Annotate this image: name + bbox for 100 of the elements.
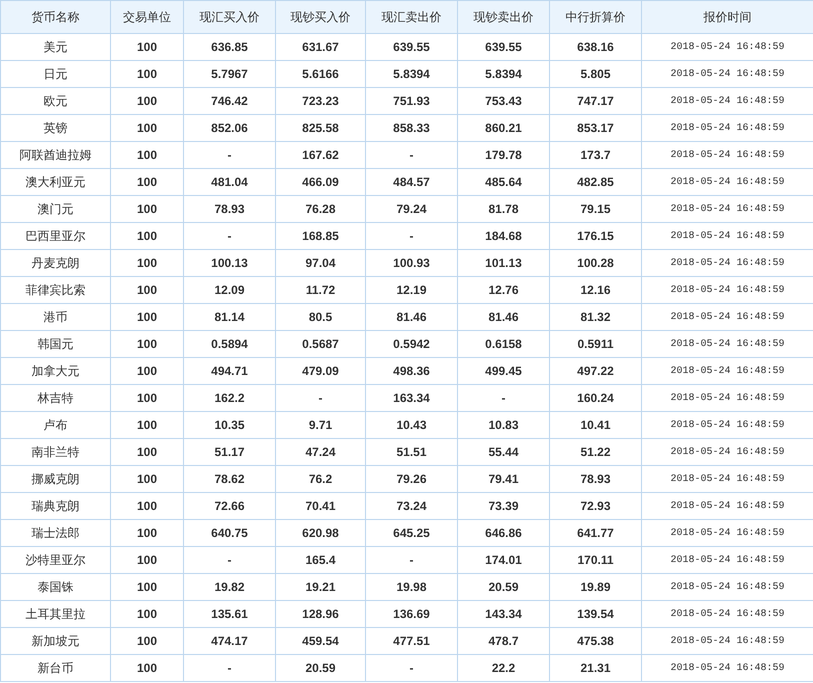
- table-cell: 162.2: [184, 384, 276, 412]
- table-cell: 73.24: [366, 492, 458, 520]
- table-cell: 泰国铢: [0, 574, 110, 600]
- table-cell: 100: [110, 142, 184, 168]
- table-cell: 土耳其里拉: [0, 600, 110, 628]
- table-cell: 100: [110, 304, 184, 330]
- table-cell: 澳门元: [0, 196, 110, 222]
- table-cell: 173.7: [550, 142, 642, 168]
- table-cell: 挪威克朗: [0, 466, 110, 492]
- table-cell: -: [366, 222, 458, 250]
- table-cell: 475.38: [550, 628, 642, 654]
- table-cell: 497.22: [550, 358, 642, 384]
- table-cell: 100: [110, 520, 184, 546]
- table-cell: 852.06: [184, 114, 276, 142]
- table-cell: 韩国元: [0, 330, 110, 358]
- table-cell: 100: [110, 654, 184, 682]
- table-cell: 100: [110, 628, 184, 654]
- table-cell: 163.34: [366, 384, 458, 412]
- column-header: 报价时间: [642, 0, 813, 34]
- table-cell: -: [184, 142, 276, 168]
- table-cell: -: [184, 222, 276, 250]
- table-cell: 136.69: [366, 600, 458, 628]
- table-cell: 80.5: [276, 304, 366, 330]
- table-cell: 19.89: [550, 574, 642, 600]
- table-cell: 645.25: [366, 520, 458, 546]
- table-cell: 81.78: [458, 196, 550, 222]
- table-cell: 100: [110, 60, 184, 88]
- table-cell: 沙特里亚尔: [0, 546, 110, 574]
- table-cell: 10.41: [550, 412, 642, 438]
- table-cell: -: [184, 654, 276, 682]
- table-cell: 78.62: [184, 466, 276, 492]
- table-cell: 641.77: [550, 520, 642, 546]
- table-cell: -: [458, 384, 550, 412]
- table-cell: 0.5942: [366, 330, 458, 358]
- table-cell: 176.15: [550, 222, 642, 250]
- table-cell: 瑞典克朗: [0, 492, 110, 520]
- table-cell: 81.32: [550, 304, 642, 330]
- table-cell: -: [276, 384, 366, 412]
- table-cell: 港币: [0, 304, 110, 330]
- table-cell: 19.98: [366, 574, 458, 600]
- table-cell: 751.93: [366, 88, 458, 114]
- table-cell: 澳大利亚元: [0, 168, 110, 196]
- table-cell: 加拿大元: [0, 358, 110, 384]
- table-cell: 70.41: [276, 492, 366, 520]
- table-cell: 10.35: [184, 412, 276, 438]
- table-cell: 170.11: [550, 546, 642, 574]
- table-cell: 858.33: [366, 114, 458, 142]
- table-cell: 481.04: [184, 168, 276, 196]
- table-cell: 10.83: [458, 412, 550, 438]
- table-cell: -: [366, 142, 458, 168]
- table-cell: 620.98: [276, 520, 366, 546]
- table-cell: 76.28: [276, 196, 366, 222]
- table-cell: 12.09: [184, 276, 276, 304]
- table-cell: 10.43: [366, 412, 458, 438]
- table-cell: 860.21: [458, 114, 550, 142]
- table-cell: 丹麦克朗: [0, 250, 110, 276]
- table-cell: 825.58: [276, 114, 366, 142]
- table-cell: 168.85: [276, 222, 366, 250]
- table-cell: 636.85: [184, 34, 276, 60]
- table-cell: 林吉特: [0, 384, 110, 412]
- column-header: 现汇卖出价: [366, 0, 458, 34]
- table-cell: 100.13: [184, 250, 276, 276]
- table-cell: 100: [110, 466, 184, 492]
- table-cell: 12.76: [458, 276, 550, 304]
- table-cell: 184.68: [458, 222, 550, 250]
- table-cell: 100: [110, 546, 184, 574]
- table-cell: 日元: [0, 60, 110, 88]
- table-cell: 135.61: [184, 600, 276, 628]
- table-cell: 卢布: [0, 412, 110, 438]
- table-cell: 瑞士法郎: [0, 520, 110, 546]
- table-cell: 478.7: [458, 628, 550, 654]
- table-cell: 81.14: [184, 304, 276, 330]
- table-cell: 459.54: [276, 628, 366, 654]
- table-cell: 494.71: [184, 358, 276, 384]
- table-cell: 22.2: [458, 654, 550, 682]
- table-cell: 498.36: [366, 358, 458, 384]
- table-cell: -: [366, 546, 458, 574]
- table-cell: 640.75: [184, 520, 276, 546]
- column-header: 中行折算价: [550, 0, 642, 34]
- table-cell: 76.2: [276, 466, 366, 492]
- table-cell: 5.8394: [458, 60, 550, 88]
- table-cell: 100: [110, 34, 184, 60]
- table-cell: 0.6158: [458, 330, 550, 358]
- table-cell: 100: [110, 114, 184, 142]
- table-cell: 167.62: [276, 142, 366, 168]
- table-cell: 100: [110, 600, 184, 628]
- table-cell: 639.55: [366, 34, 458, 60]
- table-cell: 51.22: [550, 438, 642, 466]
- table-cell: 英镑: [0, 114, 110, 142]
- table-cell: 482.85: [550, 168, 642, 196]
- table-cell: 100: [110, 330, 184, 358]
- table-cell: 巴西里亚尔: [0, 222, 110, 250]
- table-cell: 菲律宾比索: [0, 276, 110, 304]
- table-cell: 72.93: [550, 492, 642, 520]
- column-header: 现汇买入价: [184, 0, 276, 34]
- column-header: 现钞买入价: [276, 0, 366, 34]
- table-cell: 100: [110, 222, 184, 250]
- table-cell: 81.46: [366, 304, 458, 330]
- table-cell: 19.21: [276, 574, 366, 600]
- table-cell: 南非兰特: [0, 438, 110, 466]
